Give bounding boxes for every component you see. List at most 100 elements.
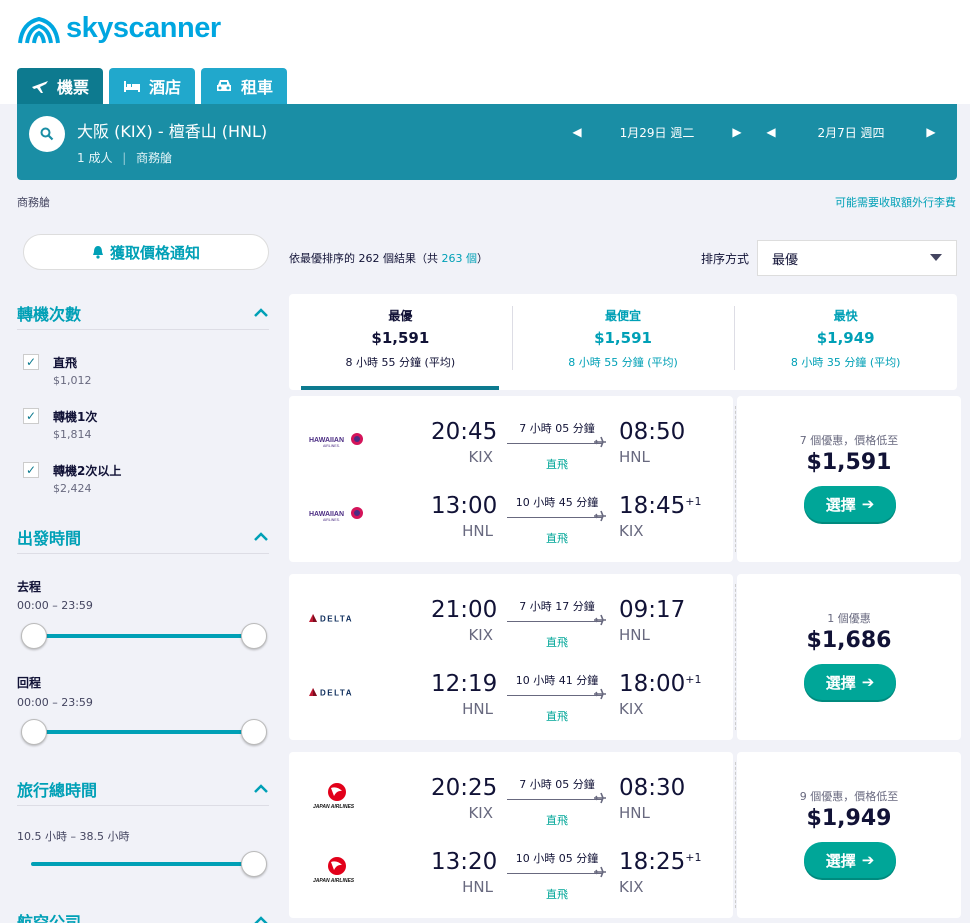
results-count: 依最優排序的 262 個結果（共 263 個） [289,250,488,266]
stops-text: 直飛 [546,532,568,545]
flight-itinerary: DELTA 21:00 KIX 7 小時 17 分鐘 直飛 09:17 HNL DE… [289,574,733,740]
ticket-divider [735,406,736,552]
summary-tab-best[interactable]: 最優 $1,591 8 小時 55 分鐘 (平均) [289,294,512,390]
stops-filter-header[interactable]: 轉機次數 [17,296,269,330]
next-return-date-button[interactable]: ▶ [921,122,941,142]
slider-handle-min[interactable] [21,719,47,745]
select-button[interactable]: 選擇 ➔ [804,664,896,700]
select-label: 選擇 [825,673,856,692]
departure-time: 21:00 [431,597,498,623]
plane-icon [594,866,606,878]
outbound-time-slider[interactable] [17,621,267,651]
filter-sidebar: 獲取價格通知 轉機次數 ✓ 直飛 $1,012 ✓ 轉機1次 $1,814 ✓ … [17,234,269,612]
deal-count: 9 個優惠，價格低至 [799,790,899,803]
chevron-up-icon [254,915,268,923]
arrival-airport: HNL [619,804,650,822]
tab-cars[interactable]: 租車 [201,68,288,104]
flight-leg-outbound: DELTA 21:00 KIX 7 小時 17 分鐘 直飛 09:17 HNL [289,588,733,649]
flight-card[interactable]: HAWAIIAN AIRLINES. 20:45 KIX 7 小時 05 分鐘 直飛… [289,396,961,562]
flight-duration: 10 小時 45 分鐘 [515,496,599,509]
next-day-indicator: +1 [685,851,702,864]
departure-time: 20:25 [431,775,498,801]
summary-tab-cheapest[interactable]: 最便宜 $1,591 8 小時 55 分鐘 (平均) [511,294,735,390]
logo-text: skyscanner [66,12,221,44]
total-results-link[interactable]: 263 個 [442,252,478,265]
return-time-slider[interactable] [17,717,267,747]
select-button[interactable]: 選擇 ➔ [804,842,896,878]
route-line [507,621,603,622]
stops-text: 直飛 [546,636,568,649]
depart-date[interactable]: 1月29日 週二 [587,124,727,141]
slider-handle-max[interactable] [241,623,267,649]
passenger-cabin-text[interactable]: 1 成人 | 商務艙 [77,149,172,166]
flight-card[interactable]: DELTA 21:00 KIX 7 小時 17 分鐘 直飛 09:17 HNL DE… [289,574,961,740]
tab-flights[interactable]: 機票 [17,68,104,104]
search-button[interactable] [29,116,65,152]
flight-price: $1,949 [806,806,892,831]
price-alert-button[interactable]: 獲取價格通知 [23,234,269,270]
deal-count: 1 個優惠 [827,612,871,625]
checkbox-checked[interactable]: ✓ [23,354,39,370]
return-title: 回程 [17,676,42,690]
duration-filter-header[interactable]: 旅行總時間 [17,772,269,806]
departure-time: 13:20 [431,849,498,875]
stop-price: $1,814 [53,428,92,441]
select-label: 選擇 [825,851,856,870]
summary-price: $1,591 [594,329,652,347]
slider-handle-max[interactable] [241,719,267,745]
plane-icon [594,614,606,626]
route-line [507,873,603,874]
cabin-label: 商務艙 [17,196,50,209]
select-label: 選擇 [825,495,856,514]
chevron-up-icon [254,307,268,317]
prev-return-date-button[interactable]: ◀ [761,122,781,142]
departure-time: 12:19 [431,671,498,697]
checkbox-checked[interactable]: ✓ [23,408,39,424]
return-date[interactable]: 2月7日 週四 [781,124,921,141]
tab-hotels[interactable]: 酒店 [109,68,196,104]
flight-price: $1,591 [806,450,892,475]
slider-handle-min[interactable] [21,623,47,649]
svg-text:JAPAN AIRLINES: JAPAN AIRLINES [313,804,355,810]
summary-tab-fastest[interactable]: 最快 $1,949 8 小時 35 分鐘 (平均) [734,294,957,390]
departure-airport: KIX [468,804,493,822]
hawaiian-airlines-logo: HAWAIIANAIRLINES. [309,507,363,522]
flight-duration: 7 小時 05 分鐘 [519,422,595,435]
duration-slider[interactable] [17,849,267,879]
outbound-range: 00:00 – 23:59 [17,599,93,612]
cabin-class: 商務艙 [136,151,173,165]
stops-text: 直飛 [546,888,568,901]
times-filter-header[interactable]: 出發時間 [17,520,269,554]
route-line [507,443,603,444]
stops-text: 直飛 [546,814,568,827]
stops-filter-title: 轉機次數 [17,304,82,324]
arrival-time-value: 18:00 [619,671,686,697]
stop-price: $1,012 [53,374,92,387]
flight-duration: 7 小時 05 分鐘 [519,778,595,791]
route-line [507,695,603,696]
flight-price-panel: 9 個優惠，價格低至 $1,949 選擇 ➔ [737,752,961,918]
sort-select[interactable]: 最優 [757,240,957,276]
return-range: 00:00 – 23:59 [17,696,93,709]
results-suffix: ） [477,252,488,265]
skyscanner-logo[interactable]: skyscanner [16,12,221,45]
bed-icon [124,81,141,92]
extra-fees-link[interactable]: 可能需要收取額外行李費 [835,194,956,210]
prev-depart-date-button[interactable]: ◀ [567,122,587,142]
flight-price: $1,686 [806,628,892,653]
select-button[interactable]: 選擇 ➔ [804,486,896,522]
summary-duration: 8 小時 35 分鐘 (平均) [790,356,901,369]
outbound-title: 去程 [17,580,42,594]
search-icon [40,127,54,141]
chevron-left-icon: ◀ [766,125,776,139]
next-depart-date-button[interactable]: ▶ [727,122,747,142]
route-text[interactable]: 大阪 (KIX) - 檀香山 (HNL) [77,118,267,142]
route-line [507,799,603,800]
flight-card[interactable]: JAPAN AIRLINES 20:25 KIX 7 小時 05 分鐘 直飛 08… [289,752,961,918]
duration-filter-title: 旅行總時間 [17,780,98,800]
airlines-filter-header[interactable]: 航空公司 [17,904,269,923]
slider-handle-max[interactable] [241,851,267,877]
airlines-filter-title: 航空公司 [17,912,82,923]
arrival-airport: KIX [619,522,644,540]
checkbox-checked[interactable]: ✓ [23,462,39,478]
